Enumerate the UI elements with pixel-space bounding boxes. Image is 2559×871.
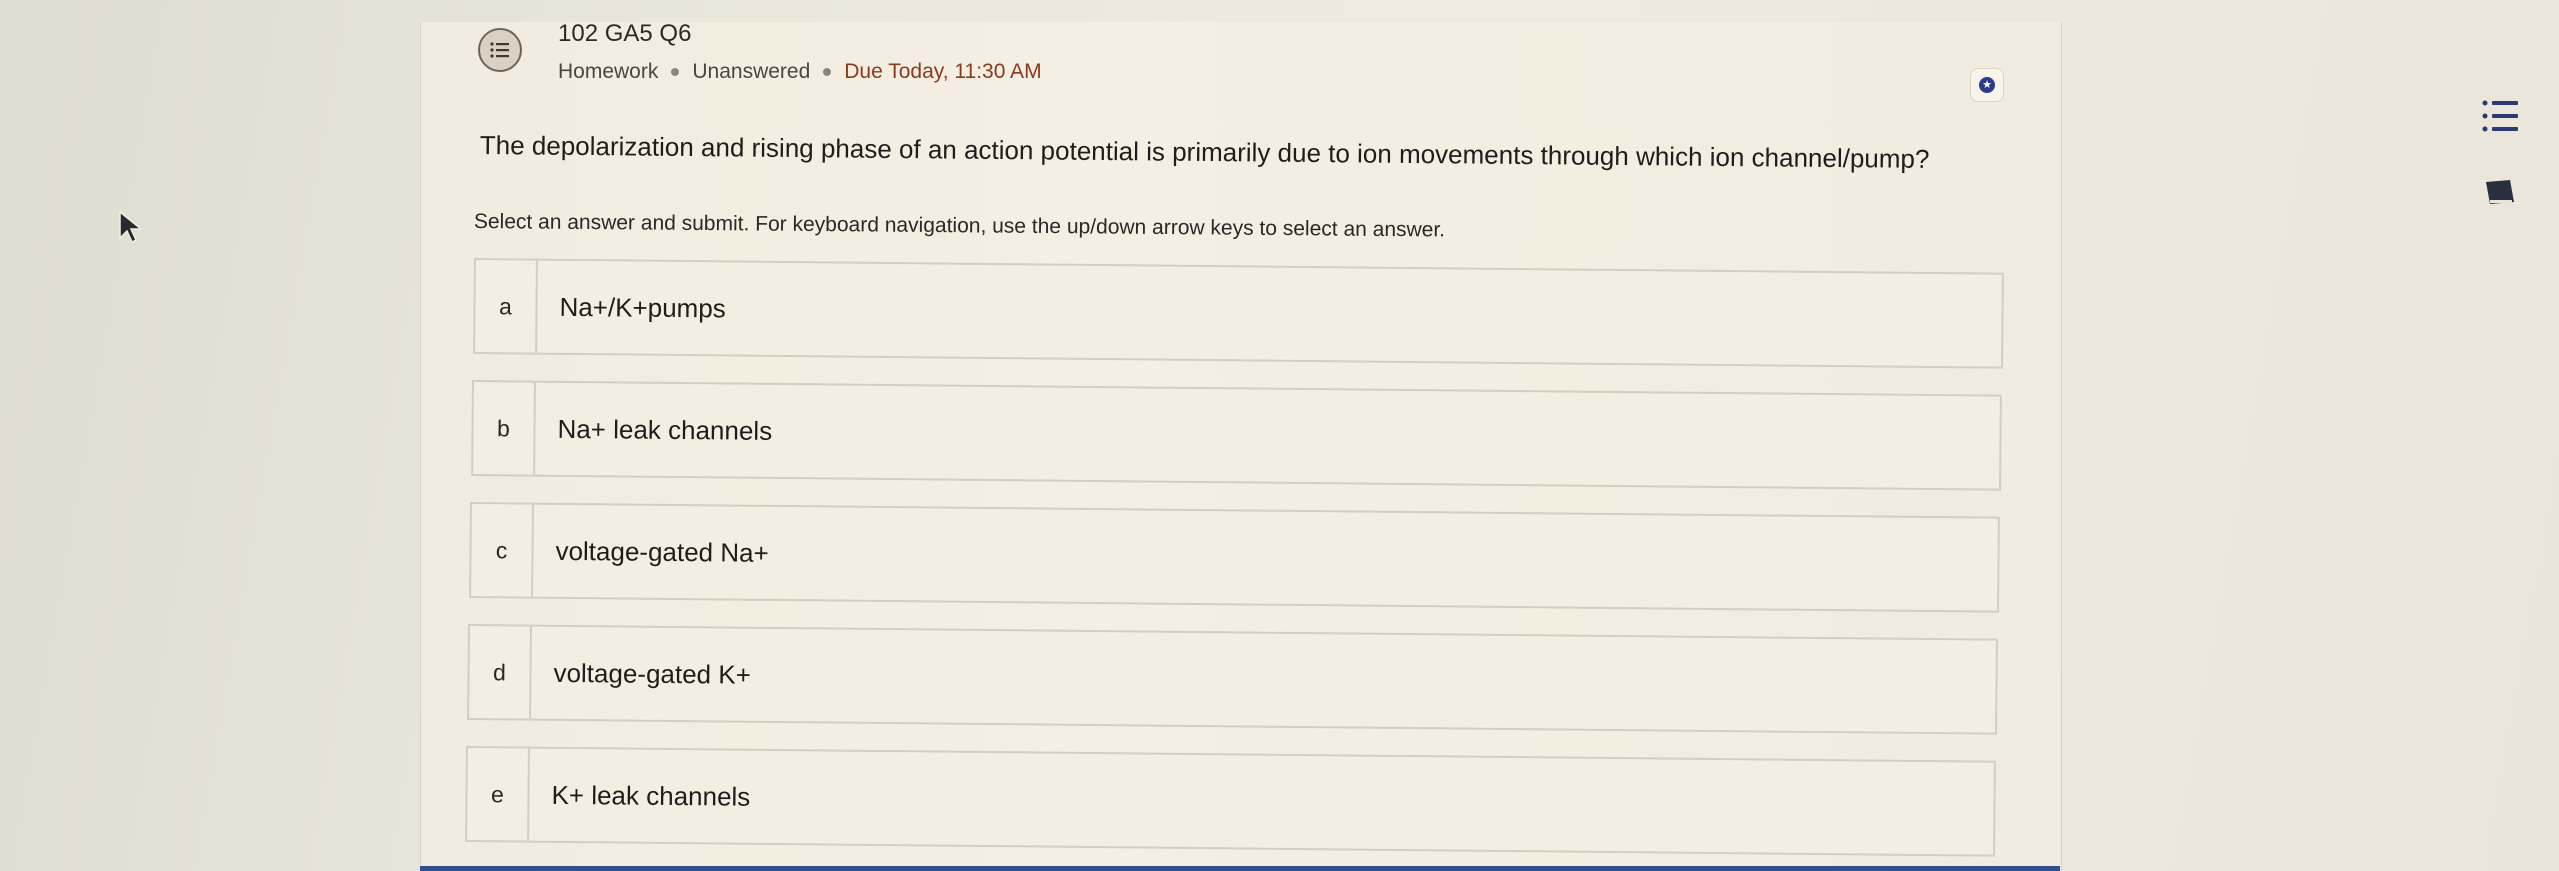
question-type: Homework <box>558 60 659 83</box>
notebook-icon[interactable] <box>2484 178 2516 206</box>
option-letter: d <box>469 626 532 719</box>
bottom-accent-bar <box>420 866 2060 871</box>
answer-option-b[interactable]: b Na+ leak channels <box>471 380 2002 491</box>
option-text: Na+/K+pumps <box>559 291 726 323</box>
option-text: voltage-gated Na+ <box>555 535 769 568</box>
question-title: 102 GA5 Q6 <box>558 20 692 47</box>
option-letter: c <box>471 504 534 597</box>
option-text: Na+ leak channels <box>557 413 773 446</box>
option-letter: b <box>473 382 536 475</box>
option-letter: e <box>467 748 530 841</box>
answer-option-d[interactable]: d voltage-gated K+ <box>467 624 1998 735</box>
star-badge-button[interactable]: ★ <box>1970 68 2004 102</box>
answer-option-c[interactable]: c voltage-gated Na+ <box>469 502 2000 613</box>
screen: 102 GA5 Q6 Homework Unanswered Due Today… <box>0 0 2559 871</box>
option-text: voltage-gated K+ <box>553 657 751 690</box>
separator-dot <box>823 68 832 76</box>
due-date: Due Today, 11:30 AM <box>844 60 1042 83</box>
answer-option-a[interactable]: a Na+/K+pumps <box>473 258 2004 369</box>
answer-option-e[interactable]: e K+ leak channels <box>465 746 1996 857</box>
list-menu-icon[interactable] <box>2480 96 2520 136</box>
mouse-pointer-icon <box>118 210 146 251</box>
option-text: K+ leak channels <box>551 779 751 812</box>
star-badge-icon: ★ <box>1979 77 1995 93</box>
option-letter: a <box>475 260 538 353</box>
list-bubble-icon <box>478 28 522 72</box>
question-meta: Homework Unanswered Due Today, 11:30 AM <box>558 60 1042 84</box>
question-status: Unanswered <box>692 60 811 83</box>
separator-dot <box>671 68 680 76</box>
